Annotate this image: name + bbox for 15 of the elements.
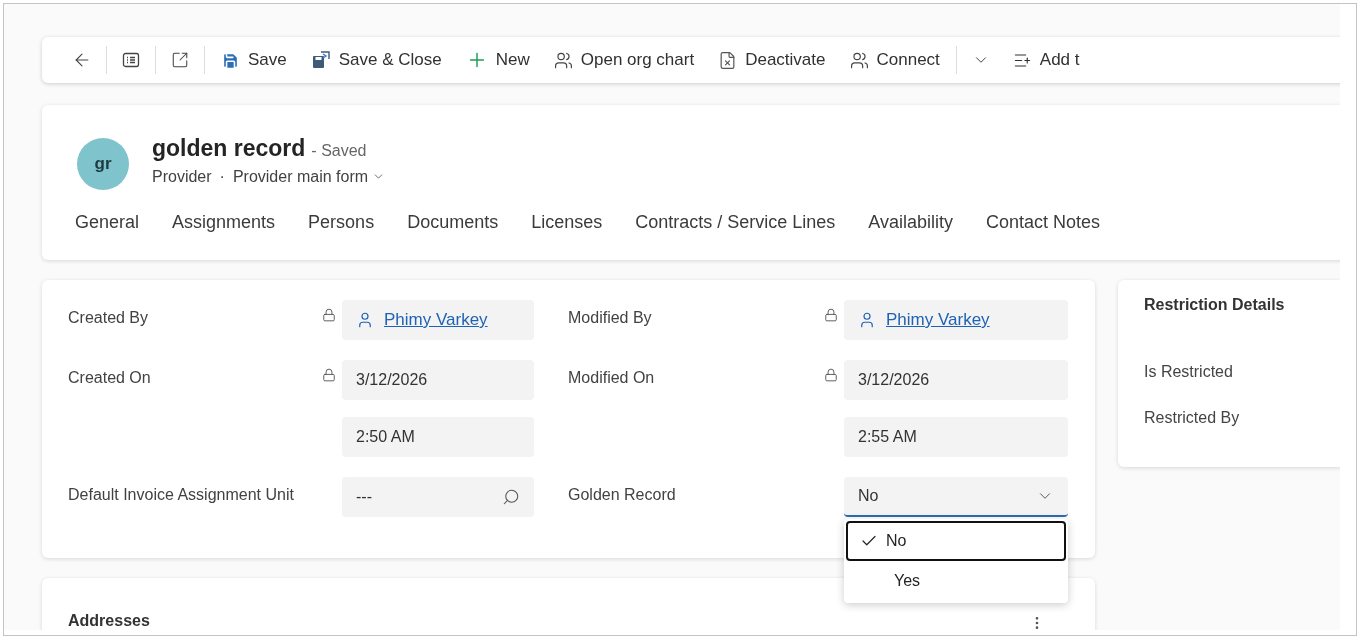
entity-name: Provider	[152, 167, 212, 186]
field-label: Restricted By	[1144, 409, 1241, 427]
separator-dot: ·	[219, 167, 225, 186]
field-label: Golden Record	[568, 485, 677, 505]
field-label: Created On	[68, 368, 152, 388]
field-label: Default Invoice Assignment Unit	[68, 485, 295, 505]
section-title: Restriction Details	[1144, 296, 1286, 314]
avatar: gr	[77, 138, 129, 190]
section-title: Addresses	[68, 612, 150, 630]
save-status: - Saved	[311, 141, 367, 159]
field-label: Modified On	[568, 368, 656, 388]
field-label: Modified By	[568, 308, 653, 328]
field-label: Created By	[68, 308, 150, 328]
record-title: golden record	[152, 134, 306, 161]
field-label: Is Restricted	[1144, 363, 1234, 381]
